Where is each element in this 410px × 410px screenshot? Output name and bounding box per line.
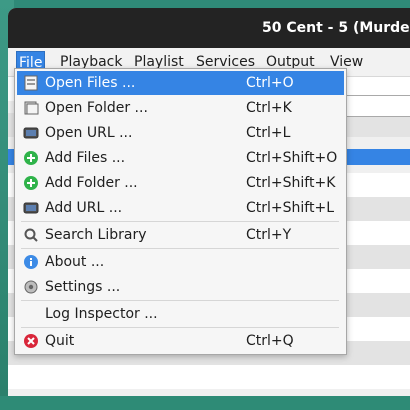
menu-item-shortcut: Ctrl+O (246, 75, 294, 91)
file-menu-dropdown: Open Files ... Ctrl+O Open Folder ... Ct… (14, 68, 347, 355)
quit-icon (24, 334, 38, 348)
menu-item-shortcut: Ctrl+Y (246, 227, 292, 243)
list-row[interactable] (8, 365, 410, 389)
open-files-icon (24, 75, 38, 91)
menu-item-add-url[interactable]: Add URL ... Ctrl+Shift+L (17, 196, 344, 220)
menu-item-label: Open Folder ... (45, 100, 148, 116)
menu-item-search-library[interactable]: Search Library Ctrl+Y (17, 223, 344, 247)
menu-item-shortcut: Ctrl+Shift+K (246, 175, 336, 191)
menu-item-label: Add URL ... (45, 200, 123, 216)
menu-item-add-files[interactable]: Add Files ... Ctrl+Shift+O (17, 146, 344, 170)
menu-item-label: Settings ... (45, 279, 121, 295)
menu-item-open-url[interactable]: Open URL ... Ctrl+L (17, 121, 344, 145)
menu-item-shortcut: Ctrl+Shift+O (246, 150, 338, 166)
menu-item-shortcut: Ctrl+Shift+L (246, 200, 334, 216)
settings-icon (24, 280, 38, 294)
menu-item-label: Search Library (45, 227, 147, 243)
menu-item-open-folder[interactable]: Open Folder ... Ctrl+K (17, 96, 344, 120)
menu-separator (21, 327, 339, 328)
add-folder-icon (24, 176, 38, 190)
titlebar[interactable]: 50 Cent - 5 (Murder B (8, 8, 410, 48)
search-field[interactable] (346, 95, 410, 117)
menu-item-about[interactable]: About ... (17, 250, 344, 274)
menu-item-shortcut: Ctrl+K (246, 100, 292, 116)
menu-item-shortcut: Ctrl+L (246, 125, 291, 141)
add-url-icon (23, 202, 39, 214)
menu-item-settings[interactable]: Settings ... (17, 275, 344, 299)
open-folder-icon (24, 101, 39, 115)
menu-separator (21, 300, 339, 301)
menu-item-shortcut: Ctrl+Q (246, 333, 294, 349)
menu-item-label: Log Inspector ... (45, 306, 158, 322)
menu-item-label: Add Files ... (45, 150, 126, 166)
search-library-icon (24, 228, 38, 242)
menu-item-label: Open Files ... (45, 75, 136, 91)
add-files-icon (24, 151, 38, 165)
menu-item-open-files[interactable]: Open Files ... Ctrl+O (17, 71, 344, 95)
window-title: 50 Cent - 5 (Murder B (262, 20, 410, 36)
menu-item-label: Quit (45, 333, 75, 349)
about-icon (24, 255, 38, 269)
menu-separator (21, 248, 339, 249)
menu-separator (21, 221, 339, 222)
menu-item-log-inspector[interactable]: Log Inspector ... (17, 302, 344, 326)
desktop-background-bottom (0, 396, 410, 410)
open-url-icon (23, 127, 39, 139)
menu-item-label: Add Folder ... (45, 175, 138, 191)
menu-item-quit[interactable]: Quit Ctrl+Q (17, 329, 344, 353)
menu-item-label: Open URL ... (45, 125, 133, 141)
menu-item-add-folder[interactable]: Add Folder ... Ctrl+Shift+K (17, 171, 344, 195)
menu-item-label: About ... (45, 254, 105, 270)
